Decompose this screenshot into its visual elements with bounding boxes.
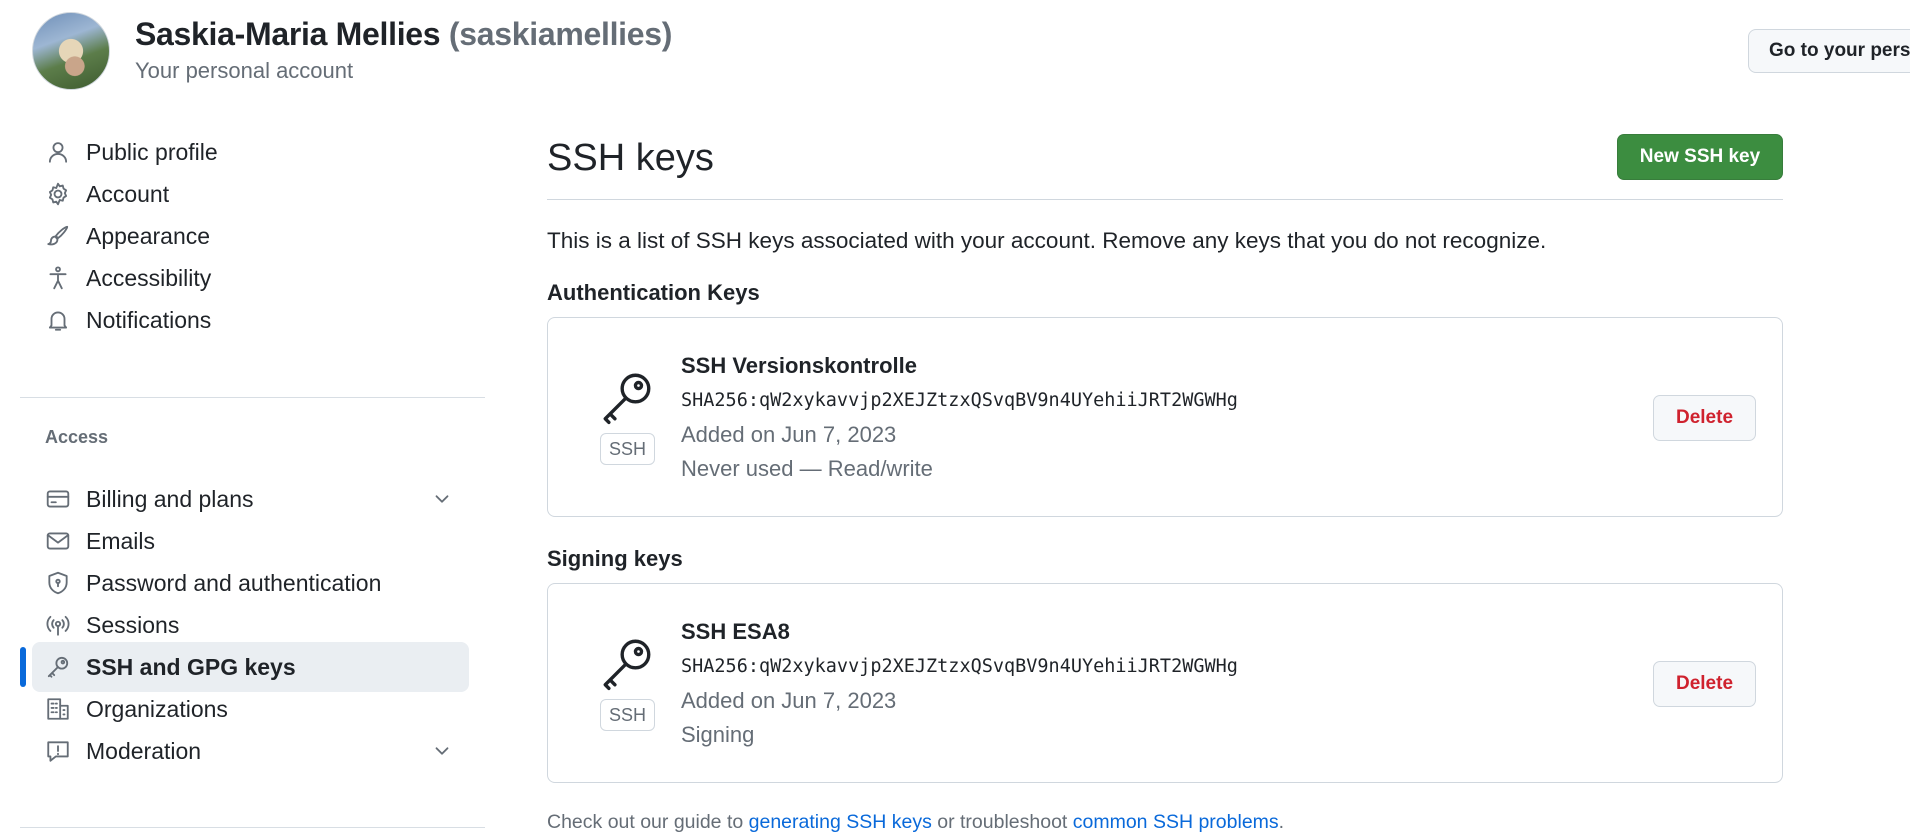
sidebar-item-label: Moderation: [86, 737, 202, 764]
ssh-badge: SSH: [600, 433, 655, 465]
key-fingerprint: SHA256:qW2xykavvjp2XEJZtzxQSvqBV9n4UYehi…: [681, 656, 1238, 677]
page-title: SSH keys: [547, 137, 714, 179]
title-divider: [547, 199, 1783, 200]
footer-note: Check out our guide to generating SSH ke…: [547, 811, 1284, 833]
key-title: SSH Versionskontrolle: [681, 353, 917, 378]
username: (saskiamellies): [448, 16, 673, 52]
broadcast-icon: [44, 611, 72, 639]
section-label-access: Access: [45, 427, 109, 447]
go-to-profile-button[interactable]: Go to your pers: [1748, 29, 1910, 73]
account-header: Saskia-Maria Mellies (saskiamellies) You…: [0, 0, 1910, 100]
common-ssh-problems-link[interactable]: common SSH problems: [1073, 811, 1279, 833]
bell-icon: [44, 306, 72, 334]
account-subtitle: Your personal account: [135, 58, 354, 83]
key-title: SSH ESA8: [681, 619, 790, 644]
signing-keys-heading: Signing keys: [547, 546, 683, 571]
auth-keys-heading: Authentication Keys: [547, 280, 760, 305]
sidebar-item-label: Emails: [86, 527, 156, 554]
sidebar-item-label: Public profile: [86, 138, 218, 165]
sidebar-item-notifications[interactable]: Notifications: [32, 295, 469, 345]
key-icon: [598, 368, 656, 426]
mail-icon: [44, 527, 72, 555]
organization-icon: [44, 695, 72, 723]
report-icon: [44, 737, 72, 765]
sidebar-item-label: Appearance: [86, 222, 211, 249]
delete-button[interactable]: Delete: [1653, 661, 1756, 707]
key-icon: [44, 653, 72, 681]
key-added-date: Added on Jun 7, 2023: [681, 422, 897, 447]
key-added-date: Added on Jun 7, 2023: [681, 688, 897, 713]
sidebar-divider: [20, 827, 485, 828]
gear-icon: [44, 180, 72, 208]
chevron-down-icon[interactable]: [431, 488, 453, 510]
ssh-key-item: SSH SSH ESA8 SHA256:qW2xykavvjp2XEJZtzxQ…: [547, 583, 1783, 783]
sidebar-item-moderation[interactable]: Moderation: [32, 726, 469, 776]
active-indicator: [20, 647, 26, 687]
key-icon: [598, 634, 656, 692]
sidebar-item-label: Accessibility: [86, 264, 212, 291]
key-usage: Signing: [681, 722, 755, 747]
ssh-key-item: SSH SSH Versionskontrolle SHA256:qW2xyka…: [547, 317, 1783, 517]
avatar[interactable]: [32, 12, 110, 90]
footer-middle: or troubleshoot: [931, 811, 1073, 833]
credit-card-icon: [44, 485, 72, 513]
key-usage: Never used — Read/write: [681, 456, 933, 481]
ssh-badge: SSH: [600, 699, 655, 731]
account-name: Saskia-Maria Mellies (saskiamellies): [135, 16, 672, 53]
sidebar-item-label: Sessions: [86, 611, 180, 638]
sidebar-item-label: Password and authentication: [86, 569, 382, 596]
sidebar-item-label: Organizations: [86, 695, 228, 722]
footer-prefix: Check out our guide to: [547, 811, 749, 833]
chevron-down-icon[interactable]: [431, 740, 453, 762]
footer-suffix: .: [1278, 811, 1285, 833]
generating-ssh-keys-link[interactable]: generating SSH keys: [749, 811, 932, 833]
person-icon: [44, 138, 72, 166]
intro-text: This is a list of SSH keys associated wi…: [547, 228, 1547, 253]
new-ssh-key-button[interactable]: New SSH key: [1617, 134, 1783, 180]
shield-icon: [44, 569, 72, 597]
delete-button[interactable]: Delete: [1653, 395, 1756, 441]
sidebar-divider: [20, 397, 485, 398]
paintbrush-icon: [44, 222, 72, 250]
sidebar-item-label: Notifications: [86, 306, 212, 333]
sidebar-item-label: Account: [86, 180, 170, 207]
display-name[interactable]: Saskia-Maria Mellies: [135, 16, 441, 52]
sidebar-item-label: Billing and plans: [86, 485, 254, 512]
sidebar-item-label: SSH and GPG keys: [86, 653, 296, 680]
key-fingerprint: SHA256:qW2xykavvjp2XEJZtzxQSvqBV9n4UYehi…: [681, 390, 1238, 411]
accessibility-icon: [44, 264, 72, 292]
